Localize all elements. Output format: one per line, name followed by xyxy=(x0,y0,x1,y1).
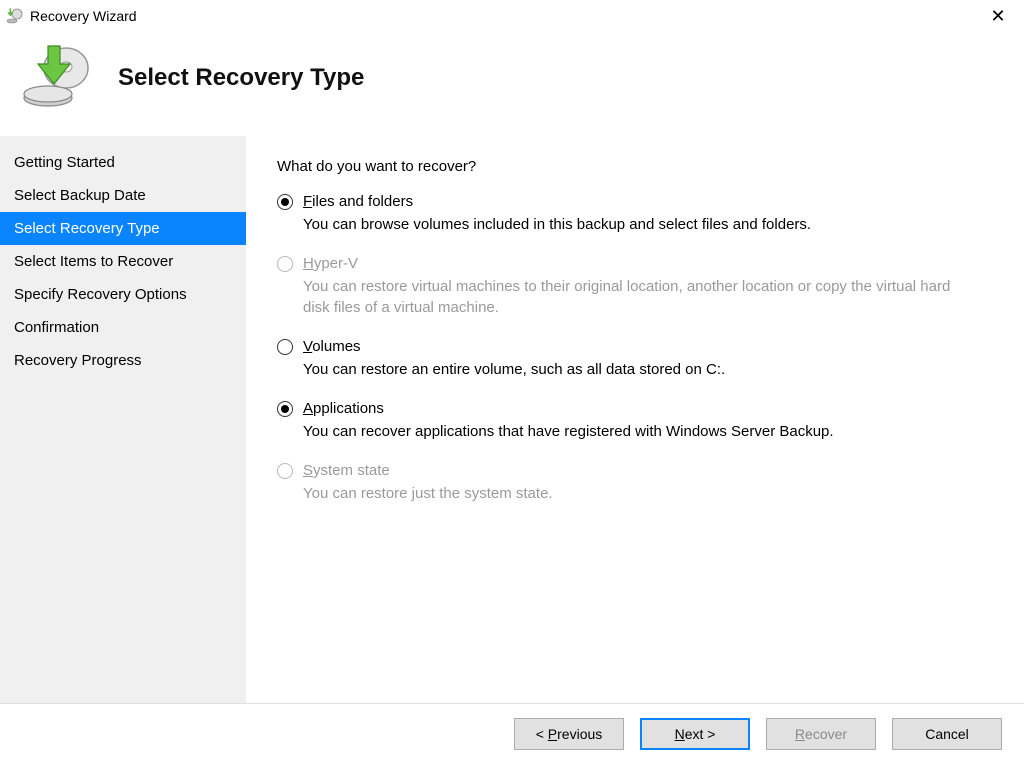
sidebar-step-5[interactable]: Confirmation xyxy=(0,311,246,344)
radio-applications[interactable] xyxy=(277,401,293,417)
wizard-footer: < Previous Next > Recover Cancel xyxy=(0,703,1024,768)
option-volumes[interactable]: Volumes You can restore an entire volume,… xyxy=(277,338,994,380)
sidebar-step-3[interactable]: Select Items to Recover xyxy=(0,245,246,278)
option-desc-volumes: You can restore an entire volume, such a… xyxy=(303,359,973,380)
option-system-state: System state You can restore just the sys… xyxy=(277,462,994,504)
recover-button[interactable]: Recover xyxy=(766,718,876,750)
option-hyper-v: Hyper-V You can restore virtual machines … xyxy=(277,255,994,318)
window-title: Recovery Wizard xyxy=(30,8,137,24)
previous-button[interactable]: < Previous xyxy=(514,718,624,750)
option-label-system-state: System state xyxy=(303,462,390,479)
content-prompt: What do you want to recover? xyxy=(277,158,994,175)
sidebar-step-2[interactable]: Select Recovery Type xyxy=(0,212,246,245)
recovery-header-icon xyxy=(20,42,92,114)
sidebar-step-4[interactable]: Specify Recovery Options xyxy=(0,278,246,311)
page-title: Select Recovery Type xyxy=(118,64,364,92)
wizard-steps-sidebar: Getting StartedSelect Backup DateSelect … xyxy=(0,136,247,703)
cancel-button[interactable]: Cancel xyxy=(892,718,1002,750)
option-files-folders[interactable]: Files and folders You can browse volumes … xyxy=(277,193,994,235)
option-label-files-folders: Files and folders xyxy=(303,193,413,210)
radio-files-folders[interactable] xyxy=(277,194,293,210)
radio-hyper-v xyxy=(277,256,293,272)
option-desc-applications: You can recover applications that have r… xyxy=(303,421,973,442)
sidebar-step-6[interactable]: Recovery Progress xyxy=(0,344,246,377)
recovery-wizard-icon xyxy=(6,7,24,25)
wizard-content: What do you want to recover? Files and f… xyxy=(247,136,1024,703)
radio-system-state xyxy=(277,463,293,479)
option-applications[interactable]: Applications You can recover applications… xyxy=(277,400,994,442)
option-desc-files-folders: You can browse volumes included in this … xyxy=(303,214,973,235)
sidebar-step-0[interactable]: Getting Started xyxy=(0,146,246,179)
wizard-body: Getting StartedSelect Backup DateSelect … xyxy=(0,136,1024,703)
wizard-header: Select Recovery Type xyxy=(0,32,1024,136)
titlebar: Recovery Wizard ✕ xyxy=(0,0,1024,32)
option-desc-system-state: You can restore just the system state. xyxy=(303,483,973,504)
option-label-applications: Applications xyxy=(303,400,384,417)
option-label-hyper-v: Hyper-V xyxy=(303,255,358,272)
next-button[interactable]: Next > xyxy=(640,718,750,750)
option-desc-hyper-v: You can restore virtual machines to thei… xyxy=(303,276,973,318)
sidebar-step-1[interactable]: Select Backup Date xyxy=(0,179,246,212)
radio-volumes[interactable] xyxy=(277,339,293,355)
option-label-volumes: Volumes xyxy=(303,338,361,355)
close-button[interactable]: ✕ xyxy=(982,4,1014,28)
recovery-type-options: Files and folders You can browse volumes … xyxy=(277,193,994,693)
